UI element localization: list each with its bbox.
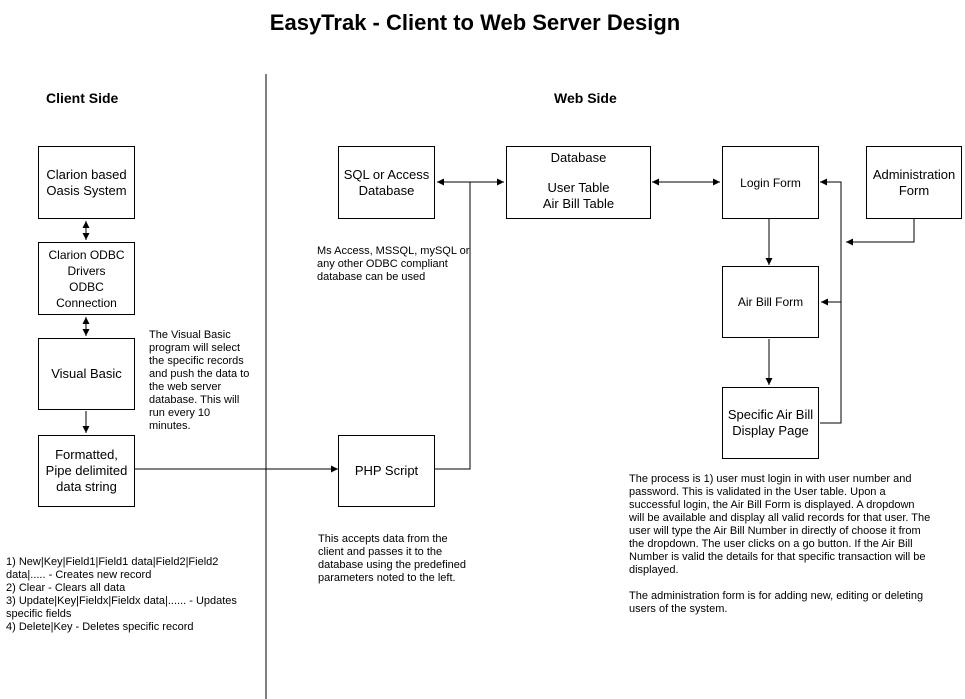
visual-basic-box: Visual Basic — [38, 338, 135, 410]
sql-access-box: SQL or Access Database — [338, 146, 435, 219]
process-note: The process is 1) user must login in wit… — [629, 473, 931, 615]
command-list: 1) New|Key|Field1|Field1 data|Field2|Fie… — [6, 556, 237, 633]
admin-form-box: Administration Form — [866, 146, 962, 219]
specific-air-bill-box: Specific Air Bill Display Page — [722, 387, 819, 459]
vb-note: The Visual Basic program will select the… — [149, 329, 250, 432]
air-bill-form-box: Air Bill Form — [722, 266, 819, 338]
php-script-box: PHP Script — [338, 435, 435, 507]
database-box: Database User Table Air Bill Table — [506, 146, 651, 219]
pipe-string-box: Formatted, Pipe delimited data string — [38, 435, 135, 507]
login-form-box: Login Form — [722, 146, 819, 219]
clarion-oasis-box: Clarion based Oasis System — [38, 146, 135, 219]
odbc-drivers-box: Clarion ODBC Drivers ODBC Connection — [38, 242, 135, 315]
php-note: This accepts data from the client and pa… — [318, 533, 467, 584]
php-database-link — [435, 178, 504, 470]
db-note: Ms Access, MSSQL, mySQL or any other ODB… — [317, 245, 470, 283]
admin-database-link — [846, 219, 915, 246]
